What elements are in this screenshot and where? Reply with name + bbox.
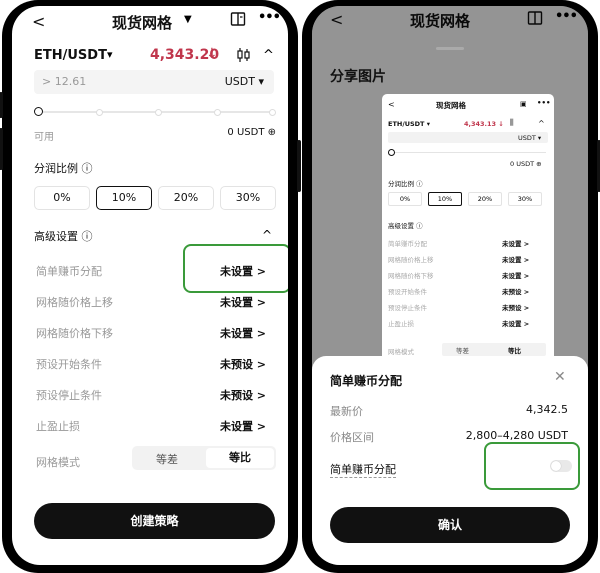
sheet-title: 简单赚币分配 [330,374,403,388]
preview-row-value: 未设置 > [502,272,530,280]
more-icon[interactable]: ••• [258,10,281,25]
simple-earn-toggle[interactable] [550,460,572,472]
share-preview: < 现货网格 ▣ ••• ETH/USDT ▾ 4,343.13 ↓ ⫼ ^ U… [382,94,554,394]
setting-label: 止盈止损 [36,420,80,433]
candlestick-icon: ⫼ [510,118,514,127]
toggle-knob [551,461,561,471]
preview-available: 0 USDT ⊕ [510,160,542,168]
preview-title: 现货网格 [436,101,466,110]
preview-chip: 30% [508,192,542,206]
chevron-down-icon[interactable]: ▼ [184,14,192,25]
volume-button [0,128,3,170]
back-button[interactable]: < [32,12,45,31]
close-icon[interactable]: ✕ [554,369,566,385]
left-screen: < 现货网格 ▼ ••• ETH/USDT ▾ 4,343.20 ↓ ^ > 1… [12,6,288,565]
preview-chip: 0% [388,192,422,206]
book-icon[interactable] [230,11,246,31]
price-range-value: 2,800–4,280 USDT [465,429,568,442]
preview-row-label: 预设开始条件 [388,288,427,296]
preview-row-label: 网格随价格上移 [388,256,434,264]
right-screen: < 现货网格 ••• 分享图片 < 现货网格 ▣ ••• ETH/USDT ▾ … [312,6,588,565]
profit-share-label: 分润比例 ⓘ [34,162,93,175]
amount-placeholder: > 12.61 [42,75,87,88]
more-icon: ••• [537,99,551,107]
grid-mode-label: 网格模式 [36,456,80,469]
simple-earn-label: 简单赚币分配 [330,463,396,478]
slider-handle[interactable] [34,107,43,116]
amount-slider[interactable] [34,106,276,118]
grid-mode-arithmetic[interactable]: 等差 [156,451,178,467]
setting-value[interactable]: 未设置 > [220,294,266,310]
preview-grid-option: 等比 [508,347,521,355]
preview-row-value: 未设置 > [502,240,530,248]
profit-chip-20[interactable]: 20% [158,186,214,210]
preview-row-label: 简单赚币分配 [388,240,427,248]
preview-row-label: 网格随价格下移 [388,272,434,280]
grid-mode-geometric[interactable]: 等比 [206,448,274,468]
preview-row-label: 预设停止条件 [388,304,427,312]
preview-chip: 10% [428,192,462,206]
latest-price-value: 4,342.5 [526,403,568,416]
back-icon: < [388,100,395,109]
preview-row-value: 未预设 > [502,288,530,296]
collapse-icon: ^ [538,119,545,128]
setting-value[interactable]: 未设置 > [220,263,266,279]
setting-value[interactable]: 未设置 > [220,325,266,341]
drag-handle[interactable] [436,47,464,50]
collapse-icon[interactable]: ^ [262,228,272,242]
power-button [297,140,301,192]
available-value[interactable]: 0 USDT ⊕ [227,127,276,138]
create-strategy-button[interactable]: 创建策略 [34,503,275,539]
bottom-sheet: 简单赚币分配 ✕ 最新价 4,342.5 价格区间 2,800–4,280 US… [312,356,588,565]
confirm-button[interactable]: 确认 [330,507,570,543]
preview-grid-option: 等差 [456,347,469,355]
right-phone: < 现货网格 ••• 分享图片 < 现货网格 ▣ ••• ETH/USDT ▾ … [302,0,600,573]
book-icon: ▣ [520,100,527,108]
setting-value[interactable]: 未预设 > [220,387,266,403]
share-image-title: 分享图片 [330,69,386,85]
available-label: 可用 [34,132,54,143]
grid-mode-segmented[interactable]: 等差 等比 [132,446,276,470]
preview-advanced: 高级设置 ⓘ [388,222,423,230]
setting-label: 网格随价格下移 [36,327,113,340]
unit-selector[interactable]: USDT ▾ [225,75,264,88]
preview-chip: 20% [468,192,502,206]
profit-chip-30[interactable]: 30% [220,186,276,210]
preview-row-value: 未设置 > [502,320,530,328]
preview-row-label: 止盈止损 [388,320,414,328]
preview-grid-mode: 网格模式 [388,348,414,356]
setting-label: 预设开始条件 [36,358,102,371]
amount-input[interactable]: > 12.61 USDT ▾ [34,70,274,94]
setting-value[interactable]: 未预设 > [220,356,266,372]
preview-grid-toggle: 等差 等比 [442,343,546,356]
setting-value[interactable]: 未设置 > [220,418,266,434]
candlestick-icon[interactable] [236,47,252,67]
profit-chip-0[interactable]: 0% [34,186,90,210]
latest-price-label: 最新价 [330,405,363,418]
pair-selector[interactable]: ETH/USDT [34,48,107,63]
preview-pair: ETH/USDT ▾ [388,120,431,128]
page-title[interactable]: 现货网格 [112,12,172,33]
price-range-label: 价格区间 [330,431,374,444]
advanced-settings-label: 高级设置 ⓘ [34,230,93,243]
preview-slider-handle [388,149,395,156]
preview-slider [390,152,546,153]
left-phone: < 现货网格 ▼ ••• ETH/USDT ▾ 4,343.20 ↓ ^ > 1… [0,0,301,573]
preview-unit: USDT ▾ [518,134,542,142]
profit-chip-10[interactable]: 10% [96,186,152,210]
setting-label: 简单赚币分配 [36,265,102,278]
preview-row-value: 未设置 > [502,256,530,264]
collapse-icon[interactable]: ^ [263,48,274,63]
setting-label: 预设停止条件 [36,389,102,402]
volume-button [0,92,3,118]
preview-profit-label: 分润比例 ⓘ [388,180,423,188]
chevron-down-icon[interactable]: ▾ [107,48,113,61]
preview-row-value: 未预设 > [502,304,530,312]
preview-price: 4,343.13 ↓ [464,120,504,128]
price-down-icon: ↓ [206,46,218,62]
setting-label: 网格随价格上移 [36,296,113,309]
